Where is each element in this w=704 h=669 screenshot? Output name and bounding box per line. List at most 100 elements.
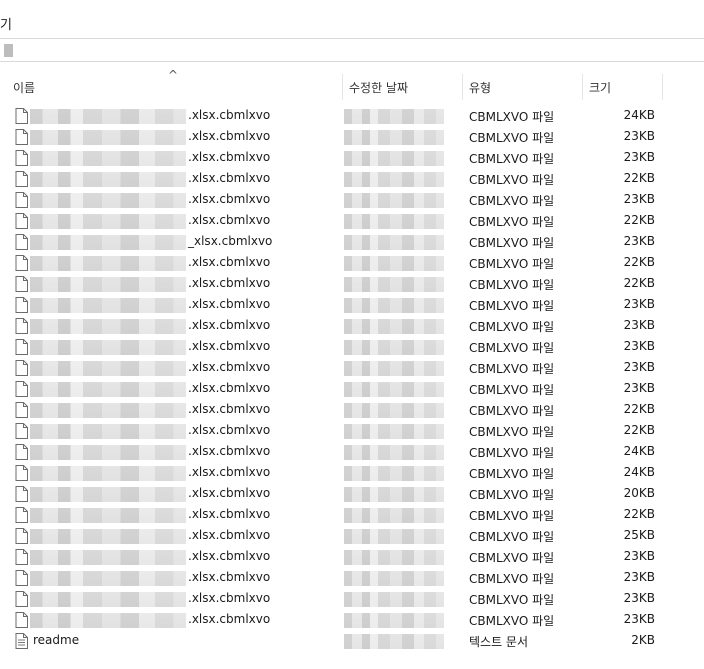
file-icon [15,549,28,565]
file-row[interactable]: .xlsx.cbmlxvo CBMLXVO 파일 23KB [0,316,704,337]
file-name: .xlsx.cbmlxvo [188,129,271,143]
file-row[interactable]: .xlsx.cbmlxvo CBMLXVO 파일 20KB [0,484,704,505]
file-row[interactable]: .xlsx.cbmlxvo CBMLXVO 파일 23KB [0,190,704,211]
file-row[interactable]: .xlsx.cbmlxvo CBMLXVO 파일 23KB [0,568,704,589]
file-name: .xlsx.cbmlxvo [188,339,271,353]
file-size: 23KB [623,150,655,164]
filename-redacted [30,319,186,334]
file-icon [15,129,28,145]
modified-date-redacted [344,193,444,208]
modified-date-redacted [344,361,444,376]
file-type: CBMLXVO 파일 [469,215,555,229]
filename-redacted [30,592,186,607]
file-size: 23KB [623,381,655,395]
modified-date-redacted [344,214,444,229]
file-icon [15,318,28,334]
file-name: readme [33,633,80,647]
file-size: 23KB [623,192,655,206]
modified-date-redacted [344,634,444,649]
file-type: CBMLXVO 파일 [469,110,555,124]
file-icon [15,150,28,166]
file-type: CBMLXVO 파일 [469,614,555,628]
file-row[interactable]: _xlsx.cbmlxvo CBMLXVO 파일 23KB [0,232,704,253]
text-document-icon [15,633,28,649]
file-row[interactable]: .xlsx.cbmlxvo CBMLXVO 파일 23KB [0,358,704,379]
column-header-modified[interactable]: 수정한 날짜 [349,74,408,102]
column-divider[interactable] [582,74,583,100]
column-divider[interactable] [662,74,663,100]
file-size: 23KB [623,129,655,143]
file-row[interactable]: .xlsx.cbmlxvo CBMLXVO 파일 22KB [0,169,704,190]
filename-redacted [30,466,186,481]
file-name: .xlsx.cbmlxvo [188,612,271,626]
file-row[interactable]: .xlsx.cbmlxvo CBMLXVO 파일 23KB [0,148,704,169]
column-header: ^ 이름 수정한 날짜 유형 크기 [0,68,704,102]
column-divider[interactable] [342,74,343,100]
file-type: CBMLXVO 파일 [469,425,555,439]
file-row[interactable]: .xlsx.cbmlxvo CBMLXVO 파일 22KB [0,274,704,295]
file-size: 23KB [623,360,655,374]
file-row[interactable]: .xlsx.cbmlxvo CBMLXVO 파일 22KB [0,421,704,442]
filename-redacted [30,613,186,628]
address-bar[interactable] [0,38,704,62]
file-type: CBMLXVO 파일 [469,509,555,523]
file-type: CBMLXVO 파일 [469,383,555,397]
file-row[interactable]: .xlsx.cbmlxvo CBMLXVO 파일 23KB [0,337,704,358]
file-type: CBMLXVO 파일 [469,173,555,187]
modified-date-redacted [344,151,444,166]
file-size: 23KB [623,549,655,563]
file-size: 22KB [623,276,655,290]
modified-date-redacted [344,382,444,397]
modified-date-redacted [344,592,444,607]
modified-date-redacted [344,424,444,439]
modified-date-redacted [344,550,444,565]
file-size: 22KB [623,171,655,185]
file-row[interactable]: .xlsx.cbmlxvo CBMLXVO 파일 24KB [0,463,704,484]
filename-redacted [30,550,186,565]
file-type: CBMLXVO 파일 [469,278,555,292]
file-row[interactable]: .xlsx.cbmlxvo CBMLXVO 파일 23KB [0,379,704,400]
file-type: CBMLXVO 파일 [469,299,555,313]
file-icon [15,108,28,124]
file-name: .xlsx.cbmlxvo [188,381,271,395]
file-name: .xlsx.cbmlxvo [188,486,271,500]
file-row[interactable]: .xlsx.cbmlxvo CBMLXVO 파일 22KB [0,400,704,421]
file-row[interactable]: .xlsx.cbmlxvo CBMLXVO 파일 23KB [0,589,704,610]
file-type: CBMLXVO 파일 [469,194,555,208]
file-icon [15,612,28,628]
file-type: CBMLXVO 파일 [469,530,555,544]
file-name: .xlsx.cbmlxvo [188,423,271,437]
modified-date-redacted [344,298,444,313]
file-row[interactable]: .xlsx.cbmlxvo CBMLXVO 파일 23KB [0,547,704,568]
column-header-type[interactable]: 유형 [469,74,491,102]
modified-date-redacted [344,130,444,145]
filename-redacted [30,445,186,460]
file-row[interactable]: .xlsx.cbmlxvo CBMLXVO 파일 23KB [0,127,704,148]
filename-redacted [30,487,186,502]
file-type: CBMLXVO 파일 [469,593,555,607]
file-row[interactable]: .xlsx.cbmlxvo CBMLXVO 파일 25KB [0,526,704,547]
column-header-name[interactable]: 이름 [13,74,35,102]
file-row[interactable]: .xlsx.cbmlxvo CBMLXVO 파일 23KB [0,610,704,631]
filename-redacted [30,172,186,187]
column-header-size[interactable]: 크기 [589,74,611,102]
file-name: _xlsx.cbmlxvo [188,234,273,248]
column-divider[interactable] [462,74,463,100]
filename-redacted [30,277,186,292]
file-row[interactable]: .xlsx.cbmlxvo CBMLXVO 파일 22KB [0,211,704,232]
modified-date-redacted [344,172,444,187]
file-row[interactable]: .xlsx.cbmlxvo CBMLXVO 파일 24KB [0,442,704,463]
file-size: 24KB [623,465,655,479]
filename-redacted [30,361,186,376]
file-type: CBMLXVO 파일 [469,467,555,481]
file-row[interactable]: .xlsx.cbmlxvo CBMLXVO 파일 23KB [0,295,704,316]
file-row[interactable]: .xlsx.cbmlxvo CBMLXVO 파일 22KB [0,253,704,274]
filename-redacted [30,571,186,586]
file-row[interactable]: .xlsx.cbmlxvo CBMLXVO 파일 22KB [0,505,704,526]
file-row[interactable]: readme 텍스트 문서 2KB [0,631,704,652]
file-size: 23KB [623,234,655,248]
file-size: 24KB [623,108,655,122]
file-size: 23KB [623,591,655,605]
file-row[interactable]: .xlsx.cbmlxvo CBMLXVO 파일 24KB [0,106,704,127]
modified-date-redacted [344,529,444,544]
